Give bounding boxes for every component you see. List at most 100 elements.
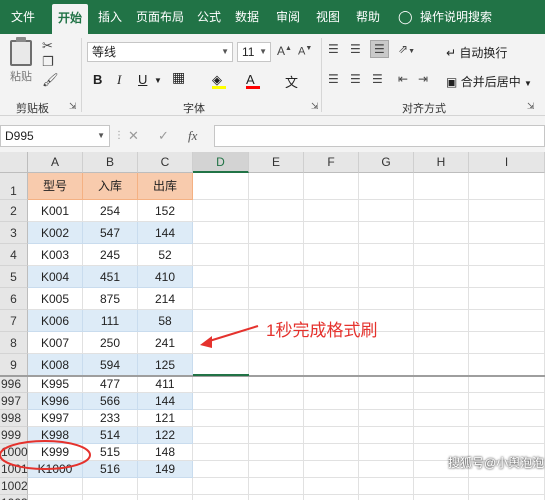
font-name-select[interactable]: 等线 ▼ xyxy=(87,42,233,62)
orientation-icon[interactable]: ⇗▼ xyxy=(398,42,415,56)
table-cell[interactable]: 515 xyxy=(83,444,138,461)
tab-7[interactable]: 视图 xyxy=(312,0,344,34)
table-cell[interactable] xyxy=(138,495,193,500)
table-cell[interactable] xyxy=(28,478,83,495)
copy-icon[interactable]: ❐ xyxy=(42,54,54,70)
tab-4[interactable]: 公式 xyxy=(193,0,225,34)
table-cell[interactable]: K005 xyxy=(28,288,83,310)
insert-function-icon[interactable]: fx xyxy=(188,125,197,147)
column-title-cell[interactable]: 入库 xyxy=(83,173,138,200)
alignment-launcher-icon[interactable]: ⇲ xyxy=(527,101,535,112)
column-header-e[interactable]: E xyxy=(249,152,304,173)
cancel-icon[interactable]: ✕ xyxy=(128,125,139,147)
table-cell[interactable]: K1000 xyxy=(28,461,83,478)
table-cell[interactable]: 122 xyxy=(138,427,193,444)
table-cell[interactable]: K998 xyxy=(28,427,83,444)
select-all-corner[interactable] xyxy=(0,152,28,173)
tell-me-search[interactable]: ◯ 操作说明搜索 xyxy=(398,0,492,34)
italic-button[interactable]: I xyxy=(117,72,121,88)
table-cell[interactable]: 451 xyxy=(83,266,138,288)
table-cell[interactable] xyxy=(28,495,83,500)
row-header[interactable]: 4 xyxy=(0,244,28,266)
table-cell[interactable]: 144 xyxy=(138,222,193,244)
bold-button[interactable]: B xyxy=(93,72,102,87)
table-cell[interactable]: 254 xyxy=(83,200,138,222)
table-cell[interactable]: 245 xyxy=(83,244,138,266)
tab-5[interactable]: 数据 xyxy=(231,0,263,34)
row-header[interactable]: 996 xyxy=(0,376,28,393)
table-cell[interactable]: K004 xyxy=(28,266,83,288)
column-header-i[interactable]: I xyxy=(469,152,545,173)
table-cell[interactable]: 411 xyxy=(138,376,193,393)
table-cell[interactable]: 410 xyxy=(138,266,193,288)
increase-indent-icon[interactable]: ⇥ xyxy=(418,72,428,86)
table-cell[interactable]: K999 xyxy=(28,444,83,461)
underline-button[interactable]: U xyxy=(138,72,147,87)
tab-6[interactable]: 审阅 xyxy=(272,0,304,34)
row-header[interactable]: 1002 xyxy=(0,478,28,495)
table-cell[interactable]: K007 xyxy=(28,332,83,354)
table-cell[interactable]: 477 xyxy=(83,376,138,393)
cut-icon[interactable]: ✂ xyxy=(42,38,53,54)
row-header[interactable]: 3 xyxy=(0,222,28,244)
row-header[interactable]: 997 xyxy=(0,393,28,410)
fill-color-icon[interactable]: ◈ xyxy=(212,72,226,89)
align-center-icon[interactable]: ☰ xyxy=(350,72,361,86)
decrease-font-icon[interactable]: A▼ xyxy=(298,45,312,58)
format-painter-icon[interactable]: 🖌 xyxy=(42,72,59,88)
row-header[interactable]: 1000 xyxy=(0,444,28,461)
column-header-d[interactable]: D xyxy=(193,152,249,173)
column-header-g[interactable]: G xyxy=(359,152,414,173)
tab-1[interactable]: 开始 xyxy=(52,4,88,34)
align-bottom-icon[interactable]: ☰ xyxy=(370,40,389,58)
borders-icon[interactable]: ▦ xyxy=(172,69,185,86)
align-middle-icon[interactable]: ☰ xyxy=(350,42,361,56)
table-cell[interactable]: 516 xyxy=(83,461,138,478)
font-launcher-icon[interactable]: ⇲ xyxy=(311,101,319,112)
column-title-cell[interactable]: 型号 xyxy=(28,173,83,200)
column-header-b[interactable]: B xyxy=(83,152,138,173)
increase-font-icon[interactable]: A▲ xyxy=(277,44,292,58)
row-header[interactable]: 998 xyxy=(0,410,28,427)
align-top-icon[interactable]: ☰ xyxy=(328,42,339,56)
table-cell[interactable]: 125 xyxy=(138,354,193,376)
table-cell[interactable]: K003 xyxy=(28,244,83,266)
row-header[interactable]: 999 xyxy=(0,427,28,444)
table-cell[interactable]: K006 xyxy=(28,310,83,332)
table-cell[interactable]: 152 xyxy=(138,200,193,222)
table-cell[interactable]: K995 xyxy=(28,376,83,393)
tab-0[interactable]: 文件 xyxy=(0,0,46,34)
row-header[interactable]: 1001 xyxy=(0,461,28,478)
tab-8[interactable]: 帮助 xyxy=(352,0,384,34)
row-header[interactable]: 5 xyxy=(0,266,28,288)
column-title-cell[interactable]: 出库 xyxy=(138,173,193,200)
column-header-c[interactable]: C xyxy=(138,152,193,173)
table-cell[interactable] xyxy=(83,495,138,500)
table-cell[interactable]: 233 xyxy=(83,410,138,427)
row-header[interactable]: 1 xyxy=(0,173,28,200)
merge-center-button[interactable]: ▣ 合并后居中 ▼ xyxy=(446,73,532,90)
table-cell[interactable]: K008 xyxy=(28,354,83,376)
table-cell[interactable]: 52 xyxy=(138,244,193,266)
table-cell[interactable]: 241 xyxy=(138,332,193,354)
column-header-h[interactable]: H xyxy=(414,152,469,173)
table-cell[interactable]: 594 xyxy=(83,354,138,376)
formula-input[interactable] xyxy=(214,125,545,147)
name-box[interactable]: D995 ▼ xyxy=(0,125,110,147)
table-cell[interactable]: 547 xyxy=(83,222,138,244)
table-cell[interactable]: 250 xyxy=(83,332,138,354)
table-cell[interactable]: 121 xyxy=(138,410,193,427)
align-left-icon[interactable]: ☰ xyxy=(328,72,339,86)
tab-3[interactable]: 页面布局 xyxy=(133,0,187,34)
row-header[interactable]: 2 xyxy=(0,200,28,222)
table-cell[interactable]: K002 xyxy=(28,222,83,244)
table-cell[interactable]: 214 xyxy=(138,288,193,310)
table-cell[interactable] xyxy=(138,478,193,495)
table-cell[interactable]: 514 xyxy=(83,427,138,444)
table-cell[interactable] xyxy=(83,478,138,495)
wrap-text-button[interactable]: ↵ 自动换行 xyxy=(446,44,507,61)
row-header[interactable]: 7 xyxy=(0,310,28,332)
align-right-icon[interactable]: ☰ xyxy=(372,72,383,86)
table-cell[interactable]: 566 xyxy=(83,393,138,410)
row-header[interactable]: 1003 xyxy=(0,495,28,500)
